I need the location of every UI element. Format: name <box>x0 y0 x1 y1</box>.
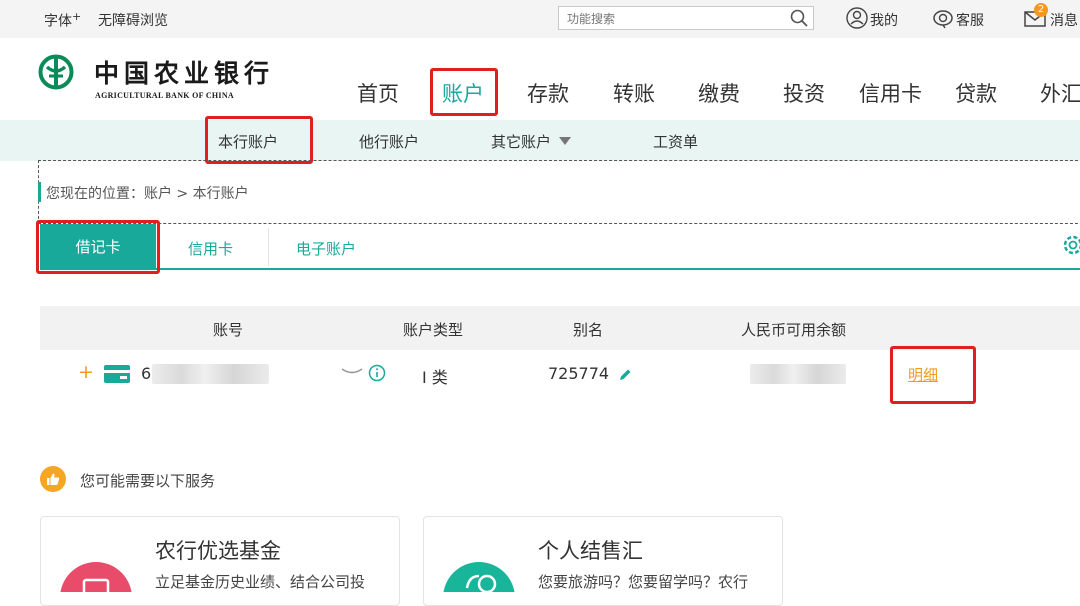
search-input[interactable] <box>565 8 789 30</box>
forex-card-title: 个人结售汇 <box>538 539 643 563</box>
highlight-details-link <box>890 346 976 404</box>
balance-masked <box>750 364 846 384</box>
eye-closed-icon[interactable] <box>340 364 364 378</box>
header-account-type: 账户类型 <box>403 321 464 339</box>
accessible-browse-link[interactable]: 无障碍浏览 <box>98 10 168 30</box>
subnav-other-accounts[interactable]: 其它账户 <box>491 131 572 152</box>
thumbs-up-icon <box>40 466 66 492</box>
forex-service-icon <box>443 562 515 592</box>
nav-loan[interactable]: 贷款 <box>955 78 997 108</box>
nav-deposit[interactable]: 存款 <box>527 78 569 108</box>
account-table-header <box>40 306 1080 350</box>
subnav-other-bank-account[interactable]: 他行账户 <box>359 131 419 152</box>
edit-pencil-icon[interactable] <box>617 367 633 383</box>
account-type-value: I 类 <box>422 368 448 387</box>
fund-card-desc: 立足基金历史业绩、结合公司投 <box>155 573 366 591</box>
account-number-masked <box>152 364 269 384</box>
fund-card-title: 农行优选基金 <box>155 539 281 563</box>
nav-transfer[interactable]: 转账 <box>613 78 655 108</box>
tab-e-account[interactable]: 电子账户 <box>296 238 356 259</box>
abc-logo-icon <box>38 54 74 90</box>
tab-divider <box>268 228 269 266</box>
customer-service-link[interactable]: 客服 <box>956 10 984 30</box>
services-heading: 您可能需要以下服务 <box>80 472 216 490</box>
font-size-toggle[interactable]: 字体+ <box>44 10 81 31</box>
gear-icon[interactable] <box>1062 234 1080 256</box>
highlight-tab-debit-card <box>36 220 160 274</box>
user-icon[interactable] <box>846 7 868 29</box>
nav-investment[interactable]: 投资 <box>783 78 825 108</box>
message-badge: 2 <box>1034 3 1048 17</box>
breadcrumb: 您现在的位置：账户 > 本行账户 <box>46 186 249 202</box>
nav-payment[interactable]: 缴费 <box>698 78 740 108</box>
search-icon[interactable] <box>789 8 809 28</box>
info-icon[interactable] <box>368 364 386 382</box>
message-link[interactable]: 消息 <box>1050 10 1078 30</box>
breadcrumb-marker <box>38 182 41 202</box>
alias-value: 725774 <box>548 364 610 383</box>
dropdown-arrow-icon <box>559 137 572 145</box>
highlight-subnav-own-account <box>205 116 313 164</box>
nav-forex[interactable]: 外汇 <box>1040 78 1080 108</box>
bank-name-en: AGRICULTURAL BANK OF CHINA <box>95 91 235 100</box>
tab-credit-card[interactable]: 信用卡 <box>188 238 233 259</box>
nav-credit-card[interactable]: 信用卡 <box>859 78 922 108</box>
highlight-nav-account <box>430 68 498 116</box>
nav-home[interactable]: 首页 <box>357 78 399 108</box>
function-search <box>558 6 814 30</box>
header-account-number: 账号 <box>213 321 244 339</box>
header-rmb-balance: 人民币可用余额 <box>741 321 847 339</box>
subnav-payroll[interactable]: 工资单 <box>653 131 698 152</box>
headset-icon[interactable] <box>932 7 954 29</box>
expand-row-button[interactable]: + <box>78 361 94 383</box>
tab-underline <box>40 268 1080 270</box>
forex-card-desc: 您要旅游吗？您要留学吗？农行 <box>538 573 749 591</box>
bank-name-cn: 中国农业银行 <box>94 59 275 88</box>
bank-card-icon <box>104 365 130 383</box>
account-number-prefix: 6 <box>141 364 152 383</box>
mine-link[interactable]: 我的 <box>870 10 898 30</box>
fund-service-icon <box>60 562 132 592</box>
header-alias: 别名 <box>573 321 604 339</box>
